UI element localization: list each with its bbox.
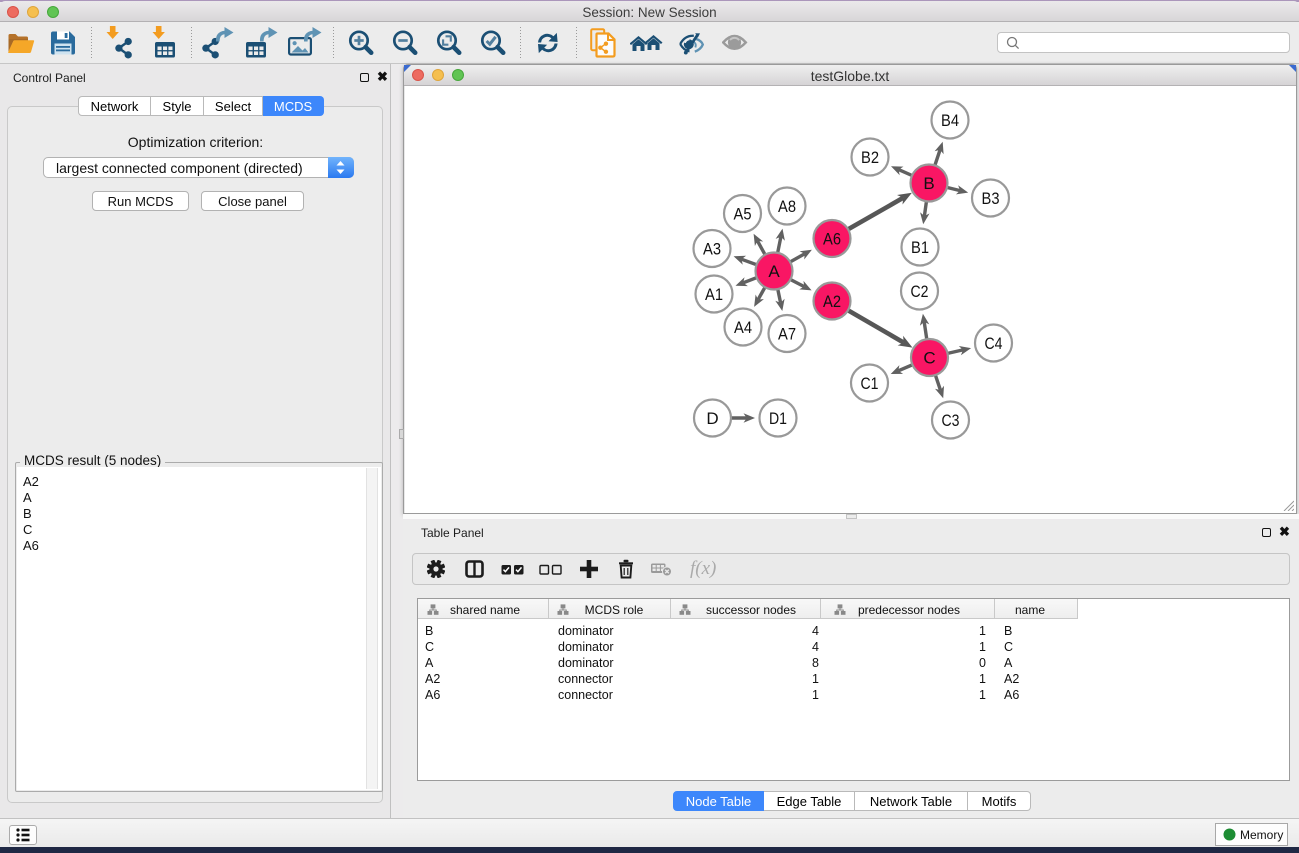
svg-text:B1: B1 xyxy=(911,238,929,257)
svg-text:C4: C4 xyxy=(985,334,1003,353)
svg-text:B3: B3 xyxy=(982,189,1000,208)
svg-text:C2: C2 xyxy=(911,282,929,301)
svg-text:A8: A8 xyxy=(778,197,796,216)
svg-text:D: D xyxy=(706,409,718,428)
svg-text:A6: A6 xyxy=(823,230,841,249)
svg-text:A7: A7 xyxy=(778,325,796,344)
svg-text:A1: A1 xyxy=(705,285,723,304)
svg-text:A2: A2 xyxy=(823,292,841,311)
svg-text:A5: A5 xyxy=(734,205,752,224)
svg-text:B2: B2 xyxy=(861,148,879,167)
svg-text:C3: C3 xyxy=(942,411,960,430)
svg-text:B: B xyxy=(923,174,934,193)
svg-text:C: C xyxy=(923,349,935,368)
svg-text:B4: B4 xyxy=(941,111,959,130)
svg-text:C1: C1 xyxy=(861,374,879,393)
svg-text:A3: A3 xyxy=(703,240,721,259)
svg-text:D1: D1 xyxy=(769,409,787,428)
svg-text:A4: A4 xyxy=(734,318,752,337)
svg-text:A: A xyxy=(768,262,780,281)
